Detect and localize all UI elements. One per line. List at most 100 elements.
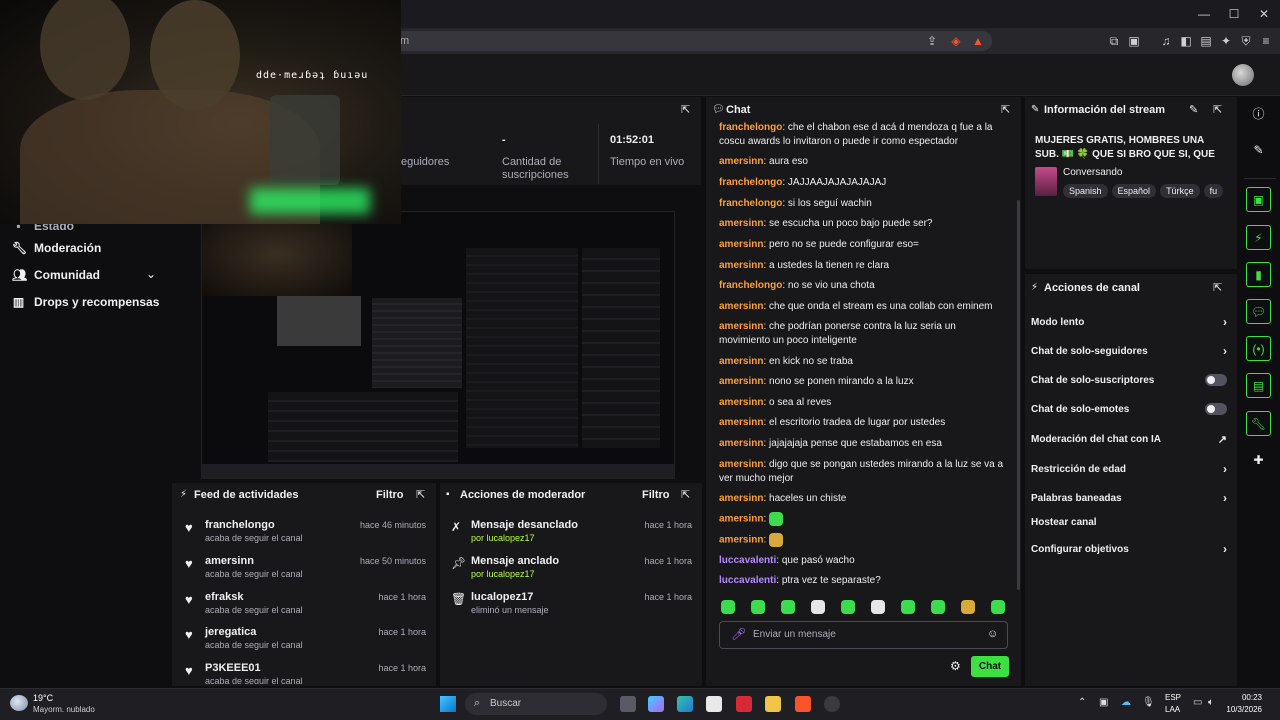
emote-icon[interactable] <box>901 600 915 614</box>
stream-preview[interactable] <box>201 211 675 479</box>
chat-icon[interactable]: 💬︎ <box>1246 299 1271 324</box>
chat-input[interactable]: Enviar un mensaje <box>719 621 1008 649</box>
mod-filter-button[interactable]: Filtro <box>642 489 670 501</box>
wallet-icon[interactable]: ▤ <box>1198 33 1214 49</box>
edit-icon[interactable]: ✎ <box>1246 138 1271 163</box>
subs-only-toggle[interactable] <box>1205 374 1227 386</box>
chat-username[interactable]: amersinn <box>719 376 763 387</box>
menu-icon[interactable]: ≡ <box>1258 33 1274 49</box>
emote-icon[interactable] <box>871 600 885 614</box>
action-slow-mode[interactable]: Modo lento › <box>1031 315 1227 329</box>
nav-item-comunidad[interactable]: 👥︎ Comunidad <box>12 265 162 285</box>
user-avatar[interactable] <box>1232 64 1254 86</box>
emote-only-toggle[interactable] <box>1205 403 1227 415</box>
music-icon[interactable]: ♫ <box>1158 33 1174 49</box>
weather-icon[interactable] <box>10 695 28 711</box>
network-icon[interactable]: ▭ <box>1193 697 1202 708</box>
tag[interactable]: Español <box>1111 184 1157 198</box>
microphone-icon[interactable]: 🎤︎ <box>731 627 746 641</box>
edit-icon[interactable]: ✎ <box>1189 103 1198 116</box>
wrench-icon[interactable]: 🔧︎ <box>1246 411 1271 436</box>
ad-icon[interactable]: ▤ <box>1246 373 1271 398</box>
emote-icon[interactable] <box>721 600 735 614</box>
tag[interactable]: Spanish <box>1063 184 1108 198</box>
nav-item-drops[interactable]: ▥ Drops y recompensas <box>12 292 162 312</box>
brave-icon[interactable] <box>795 696 811 712</box>
search-box[interactable] <box>465 693 607 715</box>
gear-icon[interactable]: ⚙ <box>950 659 961 673</box>
chat-username[interactable]: franchelongo <box>719 198 782 209</box>
nav-item-moderacion[interactable]: 🔧︎ Moderación <box>12 238 162 258</box>
emote-icon[interactable] <box>781 600 795 614</box>
emoji-icon[interactable]: ☺ <box>987 628 998 640</box>
extensions-icon[interactable]: ⧉ <box>1106 33 1122 49</box>
emote-icon[interactable] <box>811 600 825 614</box>
tag[interactable]: fu <box>1203 184 1223 198</box>
brave-rewards-icon[interactable]: ▲ <box>970 33 986 49</box>
edge-icon[interactable] <box>677 696 693 712</box>
popout-icon[interactable]: ⇱ <box>1001 103 1010 116</box>
chat-send-button[interactable]: Chat <box>971 656 1009 677</box>
minimize-button[interactable]: — <box>1196 6 1212 22</box>
popout-icon[interactable]: ⇱ <box>416 488 425 501</box>
action-followers-only[interactable]: Chat de solo-seguidores › <box>1031 344 1227 358</box>
chat-username[interactable]: amersinn <box>719 493 763 504</box>
broadcast-icon[interactable]: (•) <box>1246 336 1271 361</box>
action-configure-goals[interactable]: Configurar objetivos › <box>1031 542 1227 556</box>
chat-username[interactable]: franchelongo <box>719 177 782 188</box>
shield-icon[interactable]: ▮ <box>1246 262 1271 287</box>
screenshot-icon[interactable]: ▣ <box>1126 33 1142 49</box>
chat-username[interactable]: amersinn <box>719 438 763 449</box>
chat-username[interactable]: amersinn <box>719 239 763 250</box>
maximize-button[interactable]: ☐ <box>1226 6 1242 22</box>
add-action-icon[interactable]: ✚ <box>1246 448 1271 473</box>
lang-bottom[interactable]: LAA <box>1165 705 1180 714</box>
tray-app-icon[interactable]: ▣ <box>1099 697 1108 708</box>
action-banned-words[interactable]: Palabras baneadas › <box>1031 491 1227 505</box>
sidebar-toggle-icon[interactable]: ◧ <box>1178 33 1194 49</box>
clock-date[interactable]: 10/3/2026 <box>1222 705 1262 714</box>
chevron-down-icon[interactable]: ⌄ <box>146 267 156 281</box>
chat-username[interactable]: amersinn <box>719 417 763 428</box>
chat-username[interactable]: amersinn <box>719 535 763 546</box>
info-icon[interactable]: ⓘ <box>1246 102 1271 127</box>
chat-username[interactable]: amersinn <box>719 459 763 470</box>
chat-username[interactable]: amersinn <box>719 260 763 271</box>
wps-icon[interactable] <box>736 696 752 712</box>
chat-username[interactable]: amersinn <box>719 514 763 525</box>
emote-icon[interactable] <box>931 600 945 614</box>
address-bar[interactable]: m <box>390 31 992 51</box>
store-icon[interactable] <box>706 696 722 712</box>
chat-username[interactable]: amersinn <box>719 156 763 167</box>
leo-ai-icon[interactable]: ✦ <box>1218 33 1234 49</box>
chat-username[interactable]: franchelongo <box>719 280 782 291</box>
tag[interactable]: Türkçe <box>1160 184 1200 198</box>
emote-icon[interactable] <box>841 600 855 614</box>
start-icon[interactable] <box>440 696 456 712</box>
lightning-icon[interactable]: ⚡︎ <box>1246 225 1271 250</box>
chat-username[interactable]: amersinn <box>719 397 763 408</box>
popout-icon[interactable]: ⇱ <box>1213 103 1222 116</box>
chat-username[interactable]: amersinn <box>719 218 763 229</box>
task-view-icon[interactable] <box>620 696 636 712</box>
file-explorer-icon[interactable] <box>765 696 781 712</box>
emote-icon[interactable] <box>751 600 765 614</box>
chat-username[interactable]: luccavalenti <box>719 575 776 586</box>
chevron-up-icon[interactable]: ⌃ <box>1078 697 1086 708</box>
clip-icon[interactable]: ▣ <box>1246 187 1271 212</box>
obs-icon[interactable] <box>824 696 840 712</box>
brave-shield-icon[interactable]: ◈ <box>948 33 964 49</box>
activity-filter-button[interactable]: Filtro <box>376 489 404 501</box>
action-ai-moderation[interactable]: Moderación del chat con IA ↗ <box>1031 433 1227 446</box>
popout-icon[interactable]: ⇱ <box>681 103 690 116</box>
action-host-channel[interactable]: Hostear canal <box>1031 517 1227 528</box>
chat-username[interactable]: amersinn <box>719 321 763 332</box>
mic-tray-icon[interactable]: 🎙︎ <box>1142 697 1155 708</box>
emote-icon[interactable] <box>991 600 1005 614</box>
chat-scrollbar[interactable] <box>1017 200 1020 590</box>
emote-icon[interactable] <box>961 600 975 614</box>
chat-username[interactable]: franchelongo <box>719 122 782 133</box>
chat-username[interactable]: luccavalenti <box>719 555 776 566</box>
onedrive-icon[interactable]: ☁ <box>1121 697 1131 708</box>
share-icon[interactable]: ⇪ <box>924 33 940 49</box>
